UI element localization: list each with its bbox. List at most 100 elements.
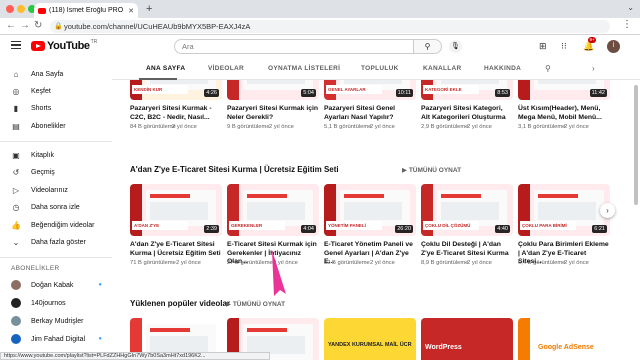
video-thumbnail[interactable]: ÇOKLU PARA BİRİMİ 6:21 — [518, 184, 610, 236]
video-title[interactable]: Pazaryeri Sitesi Kurmak için Neler Gerek… — [227, 105, 319, 122]
video-duration: 11:42 — [589, 89, 607, 97]
sidebar-sub-item[interactable]: Berkay Mudrişler — [0, 314, 112, 328]
browser-menu-icon[interactable]: ⋮ — [622, 19, 632, 30]
subscriptions-header: ABONELİKLER — [11, 265, 60, 272]
shelf-title[interactable]: A'dan Z'ye E-Ticaret Sitesi Kurma | Ücre… — [130, 165, 339, 174]
page-scrollbar[interactable] — [634, 85, 638, 205]
sidebar-item-your-videos[interactable]: ▷ Videolarınız — [0, 183, 112, 197]
channel-home-content: KENDİN KUR 4:26 Pazaryeri Sitesi Kurmak -… — [112, 80, 640, 360]
home-icon: ⌂ — [13, 69, 19, 79]
video-thumbnail[interactable]: A'DAN Z'YE 2:39 — [130, 184, 222, 236]
sidebar-item-show-more[interactable]: ⌄ Daha fazla göster — [0, 235, 112, 249]
video-title[interactable]: Pazaryeri Sitesi Kategori, Alt Kategoril… — [421, 105, 513, 122]
close-window-button[interactable] — [6, 5, 14, 13]
sidebar-item-label: Kitaplık — [31, 151, 54, 159]
search-button[interactable]: ⚲ — [414, 39, 442, 54]
new-tab-button[interactable]: + — [146, 3, 152, 15]
play-icon: ▶ — [402, 167, 409, 174]
video-title[interactable]: Pazaryeri Sitesi Genel Ayarları Nasıl Ya… — [324, 105, 416, 122]
sidebar-sub-label: Berkay Mudrişler — [31, 317, 84, 325]
minimize-window-button[interactable] — [17, 5, 25, 13]
search-input[interactable]: Ara — [174, 39, 414, 54]
thumbnail-caption: WordPress — [425, 344, 462, 351]
shorts-icon: ▮ — [13, 103, 19, 113]
sidebar-item-label: Keşfet — [31, 87, 51, 95]
sidebar-sub-item[interactable]: Jim Fahad Digital ● — [0, 332, 112, 346]
create-video-icon[interactable]: ⊞ — [539, 41, 547, 52]
sidebar-sub-label: Jim Fahad Digital — [31, 335, 86, 343]
video-thumbnail[interactable]: WordPress — [421, 318, 513, 360]
play-all-button[interactable]: ▶ TÜMÜNÜ OYNAT — [402, 166, 461, 174]
tab-channels[interactable]: KANALLAR — [423, 65, 462, 72]
sidebar-item-label: Daha fazla göster — [31, 238, 86, 246]
channel-avatar — [11, 334, 21, 344]
voice-search-icon[interactable]: 🎙 — [449, 40, 462, 53]
video-thumbnail[interactable]: ÇOKLU DİL ÇÖZÜMÜ 4:40 — [421, 184, 513, 236]
sidebar-item-history[interactable]: ↺ Geçmiş — [0, 165, 112, 179]
video-duration: 5:04 — [301, 89, 316, 97]
video-thumbnail[interactable]: GENEL AYARLAR 10:11 — [324, 80, 416, 100]
video-thumbnail[interactable]: 5:04 — [227, 80, 319, 100]
sidebar-item-liked-videos[interactable]: 👍 Beğendiğim videolar — [0, 218, 112, 232]
notifications-bell-icon[interactable]: 🔔 9+ — [583, 37, 597, 52]
hamburger-menu-icon[interactable] — [11, 41, 21, 49]
tab-about[interactable]: HAKKINDA — [484, 65, 521, 72]
address-field[interactable]: 🔒 youtube.com/channel/UCuHEAUb9bMYX5BP-E… — [50, 20, 610, 33]
sidebar-sub-item[interactable]: Doğan Kabak ● — [0, 278, 112, 292]
video-title[interactable]: Çoklu Dil Desteği | A'dan Z'ye E-Ticaret… — [421, 241, 513, 258]
chevron-right-icon: › — [606, 206, 609, 215]
logo-country-code: TR — [90, 39, 98, 45]
sidebar-item-home[interactable]: ⌂ Ana Sayfa — [0, 67, 112, 81]
sidebar-item-subscriptions[interactable]: ▤ Abonelikler — [0, 119, 112, 133]
browser-tab[interactable]: (118) İsmet Eroğlu PRO - YouT ✕ — [34, 3, 138, 18]
video-thumbnail[interactable]: Google AdSense — [518, 318, 610, 360]
tab-community[interactable]: TOPLULUK — [361, 65, 399, 72]
video-title[interactable]: Pazaryeri Sitesi Kurmak - C2C, B2C - Ned… — [130, 105, 222, 122]
sidebar-item-label: Videolarınız — [31, 186, 68, 194]
tab-videos[interactable]: VİDEOLAR — [208, 65, 244, 72]
video-thumbnail[interactable]: YANDEX KURUMSAL MAİL ÜCRETSİZ! — [324, 318, 416, 360]
sidebar-item-explore[interactable]: ◎ Keşfet — [0, 84, 112, 98]
shelf-next-button[interactable]: › — [600, 203, 615, 218]
tab-playlists[interactable]: OYNATMA LİSTELERİ — [268, 65, 340, 72]
shelf-title[interactable]: Yüklenen popüler videolar — [130, 299, 230, 308]
sidebar-item-library[interactable]: ▣ Kitaplık — [0, 148, 112, 162]
video-title[interactable]: A'dan Z'ye E-Ticaret Sitesi Kurma | Ücre… — [130, 241, 222, 258]
tab-home[interactable]: ANA SAYFA — [146, 65, 185, 72]
sidebar-item-label: Geçmiş — [31, 168, 55, 176]
play-all-button[interactable]: ▶ TÜMÜNÜ OYNAT — [226, 300, 285, 308]
video-title[interactable]: Üst Kısım(Header), Menü, Mega Menü, Mobi… — [518, 105, 610, 122]
video-duration: 10:11 — [395, 89, 413, 97]
watch-later-icon: ◷ — [12, 202, 20, 212]
tab-search-icon[interactable]: ⌄ — [627, 3, 634, 12]
video-duration: 8:53 — [495, 89, 510, 97]
sidebar-item-label: Beğendiğim videolar — [31, 221, 95, 229]
video-thumbnail[interactable]: GEREKENLER 4:04 — [227, 184, 319, 236]
video-duration: 6:21 — [592, 225, 607, 233]
close-tab-icon[interactable]: ✕ — [128, 7, 134, 15]
youtube-play-logo-icon — [31, 41, 45, 51]
account-avatar[interactable]: İ — [607, 40, 620, 53]
search-icon: ⚲ — [424, 42, 431, 51]
video-thumbnail[interactable]: YÖNETİM PANELİ 26:20 — [324, 184, 416, 236]
channel-search-icon[interactable]: ⚲ — [545, 64, 551, 73]
tabs-next-arrow-icon[interactable]: › — [592, 64, 595, 73]
address-bar-row: ← → ↻ 🔒 youtube.com/channel/UCuHEAUb9bMY… — [0, 18, 640, 35]
sidebar-item-label: Shorts — [31, 104, 52, 112]
sidebar-sub-label: Doğan Kabak — [31, 281, 74, 289]
apps-icon[interactable]: ⁝⁝ — [561, 41, 567, 52]
video-thumbnail[interactable]: KENDİN KUR 4:26 — [130, 80, 222, 100]
video-duration: 4:40 — [495, 225, 510, 233]
forward-arrow-icon[interactable]: → — [20, 20, 30, 31]
video-thumbnail[interactable]: 11:42 — [518, 80, 610, 100]
sidebar-item-shorts[interactable]: ▮ Shorts — [0, 101, 112, 115]
sidebar-sub-item[interactable]: 140journos — [0, 296, 112, 310]
video-age: 2 yıl önce — [564, 124, 589, 130]
sidebar-item-label: Daha sonra izle — [31, 203, 80, 211]
sidebar-item-watch-later[interactable]: ◷ Daha sonra izle — [0, 200, 112, 214]
back-arrow-icon[interactable]: ← — [6, 20, 16, 31]
video-thumbnail[interactable]: KATEGORİ EKLE 8:53 — [421, 80, 513, 100]
youtube-logo[interactable]: YouTube TR — [31, 39, 98, 52]
reload-icon[interactable]: ↻ — [34, 20, 42, 31]
sidebar-item-label: Abonelikler — [31, 122, 66, 130]
